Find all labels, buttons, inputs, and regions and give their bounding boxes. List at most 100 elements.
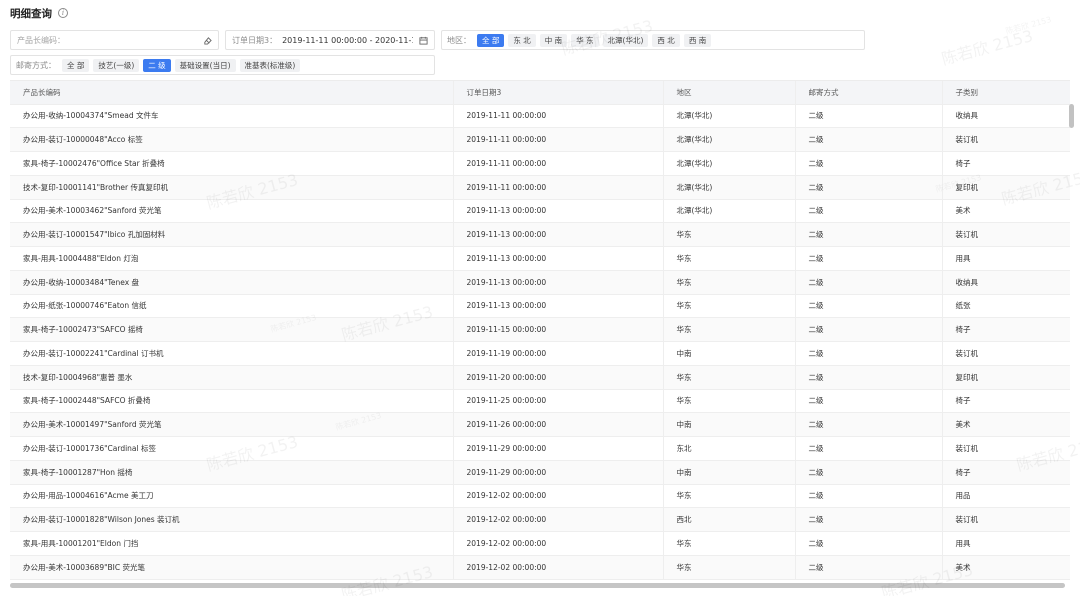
column-header-order-date[interactable]: 订单日期3	[453, 81, 664, 105]
region-cell: 华东	[663, 222, 796, 247]
table-row[interactable]: 办公用-装订-10001547"Ibico 孔加固材料 2019-11-13 00…	[10, 222, 1070, 247]
table-row[interactable]: 办公用-装订-10001736"Cardinal 标签 2019-11-29 00…	[10, 436, 1070, 461]
subcategory-cell: 用具	[942, 246, 1070, 271]
table-row[interactable]: 家具-用具-10001201"Eldon 门挡 2019-12-02 00:00:…	[10, 531, 1070, 556]
ship-mode-cell: 二级	[795, 199, 943, 224]
table-header-row: 产品长编码 订单日期3 地区 邮寄方式 子类别	[10, 81, 1070, 105]
table-body: 办公用-收纳-10004374"Smead 文件车 2019-11-11 00:0…	[10, 104, 1070, 580]
table-row[interactable]: 办公用-用品-10004616"Acme 美工刀 2019-12-02 00:00…	[10, 484, 1070, 509]
table-row[interactable]: 家具-椅子-10002448"SAFCO 折叠椅 2019-11-25 00:00…	[10, 389, 1070, 414]
region-chip-northwest[interactable]: 西 北	[652, 33, 680, 47]
page-title: 明细查询	[10, 7, 52, 20]
region-chip-northeast[interactable]: 东 北	[508, 33, 536, 47]
table-row[interactable]: 技术-复印-10001141"Brother 传真复印机 2019-11-11 0…	[10, 175, 1070, 200]
ship-mode-cell: 二级	[795, 531, 943, 556]
region-chip-north[interactable]: 北潭(华北)	[602, 33, 649, 47]
order-date-cell: 2019-11-25 00:00:00	[453, 389, 664, 414]
column-header-subcategory[interactable]: 子类别	[942, 81, 1070, 105]
ship-chip-second-class[interactable]: 二 级	[143, 58, 171, 72]
ship-mode-cell: 二级	[795, 127, 943, 152]
ship-chip-all[interactable]: 全 部	[62, 58, 90, 72]
product-code-cell: 办公用-装订-10001736"Cardinal 标签	[10, 436, 454, 461]
order-date-cell: 2019-11-11 00:00:00	[453, 151, 664, 176]
table-row[interactable]: 家具-椅子-10002473"SAFCO 摇椅 2019-11-15 00:00:…	[10, 317, 1070, 342]
ship-mode-filter-label: 邮寄方式：	[16, 60, 56, 70]
product-code-filter	[10, 30, 219, 50]
order-date-range-value[interactable]: 2019-11-11 00:00:00 - 2020-11-1...	[282, 36, 413, 45]
region-chip-southwest[interactable]: 西 南	[683, 33, 712, 47]
order-date-cell: 2019-11-13 00:00:00	[453, 246, 664, 271]
region-chip-east[interactable]: 华 东	[571, 33, 599, 47]
order-date-cell: 2019-11-13 00:00:00	[453, 199, 664, 224]
region-chip-central-south[interactable]: 中 南	[539, 33, 568, 47]
ship-mode-cell: 二级	[795, 294, 943, 319]
column-header-product-code[interactable]: 产品长编码	[10, 81, 454, 105]
detail-table: 产品长编码 订单日期3 地区 邮寄方式 子类别 办公用-收纳-10004374"…	[10, 81, 1070, 580]
table-row[interactable]: 办公用-美术-10001497"Sanford 荧光笔 2019-11-26 00…	[10, 412, 1070, 437]
ship-mode-cell: 二级	[795, 365, 943, 390]
ship-mode-cell: 二级	[795, 412, 943, 437]
order-date-cell: 2019-12-02 00:00:00	[453, 555, 664, 580]
eraser-icon[interactable]	[202, 35, 212, 45]
order-date-cell: 2019-12-02 00:00:00	[453, 507, 664, 532]
region-cell: 中南	[663, 341, 796, 366]
table-row[interactable]: 家具-用具-10004488"Eldon 灯泡 2019-11-13 00:00:…	[10, 246, 1070, 271]
product-code-cell: 办公用-美术-10001497"Sanford 荧光笔	[10, 412, 454, 437]
table-row[interactable]: 办公用-装订-10002241"Cardinal 订书机 2019-11-19 0…	[10, 341, 1070, 366]
ship-mode-cell: 二级	[795, 104, 943, 129]
ship-chip-standard[interactable]: 准基表(标准级)	[239, 58, 301, 72]
table-row[interactable]: 办公用-装订-10001828"Wilson Jones 装订机 2019-12-…	[10, 507, 1070, 532]
horizontal-scrollbar-thumb[interactable]	[10, 583, 1065, 588]
region-cell: 中南	[663, 460, 796, 485]
region-cell: 华东	[663, 246, 796, 271]
ship-mode-cell: 二级	[795, 555, 943, 580]
ship-chip-same-day[interactable]: 基础设置(当日)	[174, 58, 236, 72]
region-cell: 北潭(华北)	[663, 151, 796, 176]
product-code-cell: 办公用-美术-10003462"Sanford 荧光笔	[10, 199, 454, 224]
product-code-cell: 办公用-用品-10004616"Acme 美工刀	[10, 484, 454, 509]
ship-mode-cell: 二级	[795, 460, 943, 485]
product-code-cell: 家具-椅子-10002448"SAFCO 折叠椅	[10, 389, 454, 414]
calendar-icon[interactable]	[418, 35, 428, 45]
order-date-cell: 2019-11-29 00:00:00	[453, 460, 664, 485]
table-row[interactable]: 办公用-收纳-10004374"Smead 文件车 2019-11-11 00:0…	[10, 104, 1070, 129]
ship-mode-cell: 二级	[795, 341, 943, 366]
subcategory-cell: 用具	[942, 531, 1070, 556]
column-header-ship-mode[interactable]: 邮寄方式	[795, 81, 943, 105]
watermark: 陈若欣 2153	[939, 26, 1036, 69]
region-filter-label: 地区：	[447, 35, 471, 45]
table-row[interactable]: 办公用-纸张-10000746"Eaton 信纸 2019-11-13 00:00…	[10, 294, 1070, 319]
table-row[interactable]: 办公用-收纳-10003484"Tenex 盘 2019-11-13 00:00:…	[10, 270, 1070, 295]
order-date-filter[interactable]: 订单日期3： 2019-11-11 00:00:00 - 2020-11-1..…	[225, 30, 435, 50]
subcategory-cell: 复印机	[942, 365, 1070, 390]
order-date-cell: 2019-12-02 00:00:00	[453, 531, 664, 556]
column-header-region[interactable]: 地区	[663, 81, 796, 105]
order-date-cell: 2019-11-29 00:00:00	[453, 436, 664, 461]
ship-mode-cell: 二级	[795, 507, 943, 532]
order-date-cell: 2019-11-19 00:00:00	[453, 341, 664, 366]
table-row[interactable]: 办公用-装订-10000048"Acco 标签 2019-11-11 00:00:…	[10, 127, 1070, 152]
table-row[interactable]: 家具-椅子-10001287"Hon 摇椅 2019-11-29 00:00:00…	[10, 460, 1070, 485]
order-date-cell: 2019-11-13 00:00:00	[453, 222, 664, 247]
detail-query-page: 明细查询 i 订单日期3： 2019-11-11 00:00:00 - 2020…	[0, 0, 1080, 596]
table-row[interactable]: 技术-复印-10004968"惠普 墨水 2019-11-20 00:00:00 华…	[10, 365, 1070, 390]
subcategory-cell: 椅子	[942, 460, 1070, 485]
region-cell: 北潭(华北)	[663, 175, 796, 200]
product-code-cell: 办公用-装订-10000048"Acco 标签	[10, 127, 454, 152]
subcategory-cell: 美术	[942, 199, 1070, 224]
info-circle-icon[interactable]: i	[58, 8, 68, 18]
ship-mode-cell: 二级	[795, 222, 943, 247]
product-code-input[interactable]	[17, 35, 202, 45]
ship-chip-first-class[interactable]: 技艺(一级)	[93, 58, 140, 72]
table-row[interactable]: 办公用-美术-10003462"Sanford 荧光笔 2019-11-13 00…	[10, 199, 1070, 224]
table-row[interactable]: 办公用-美术-10003689"BIC 荧光笔 2019-12-02 00:00:…	[10, 555, 1070, 580]
order-date-cell: 2019-11-11 00:00:00	[453, 175, 664, 200]
region-chip-all[interactable]: 全 部	[477, 33, 505, 47]
region-cell: 华东	[663, 389, 796, 414]
region-cell: 北潭(华北)	[663, 127, 796, 152]
order-date-cell: 2019-11-15 00:00:00	[453, 317, 664, 342]
vertical-scrollbar[interactable]	[1069, 104, 1074, 128]
table-row[interactable]: 家具-椅子-10002476"Office Star 折叠椅 2019-11-11…	[10, 151, 1070, 176]
product-code-cell: 技术-复印-10004968"惠普 墨水	[10, 365, 454, 390]
region-cell: 西北	[663, 507, 796, 532]
